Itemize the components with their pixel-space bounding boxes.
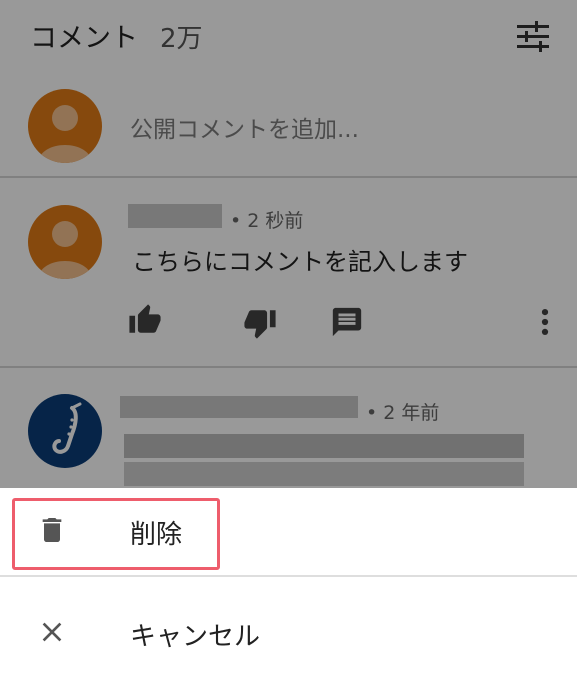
divider (0, 575, 577, 577)
action-sheet: 削除 キャンセル (0, 488, 577, 690)
comments-panel: コメント 2万 公開コメントを追加... • 2 秒前 こちらにコメントを記入し… (0, 0, 577, 488)
cancel-option[interactable]: キャンセル (0, 588, 577, 686)
dim-overlay[interactable] (0, 0, 577, 488)
delete-option[interactable]: 削除 (0, 488, 577, 586)
highlight-box (12, 498, 220, 570)
close-icon (42, 622, 62, 642)
cancel-label[interactable]: キャンセル (130, 616, 260, 653)
